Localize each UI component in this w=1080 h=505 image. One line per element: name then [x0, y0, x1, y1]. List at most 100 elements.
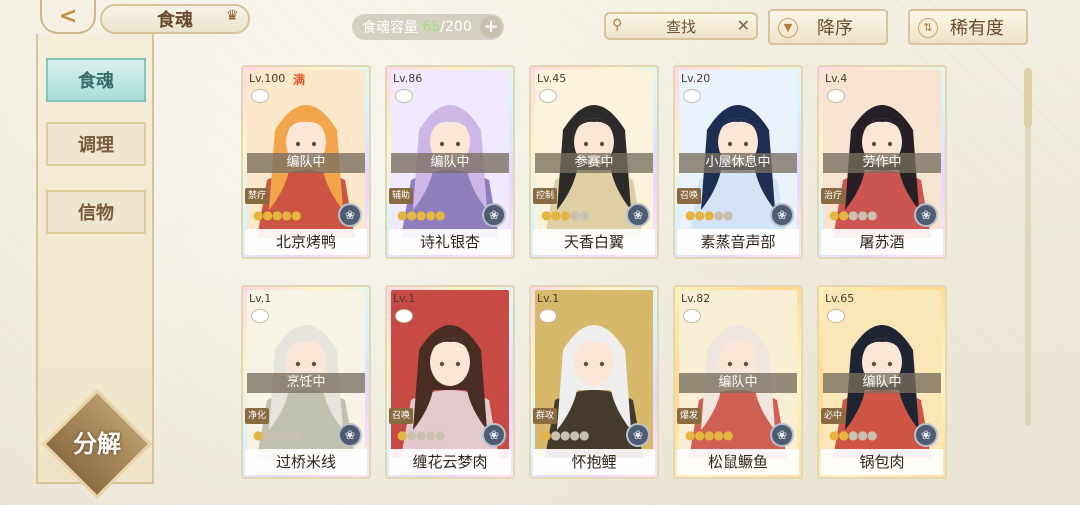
star-icon: ●	[713, 208, 724, 222]
status-badge: 烹饪中	[247, 373, 365, 393]
search-icon: ⚲	[612, 17, 623, 33]
star-icon: ●	[838, 208, 849, 222]
star-icon: ●	[694, 428, 705, 442]
capacity-current: 65	[422, 19, 441, 35]
element-icon: ❀	[482, 423, 506, 447]
capacity-indicator: 食魂容量 65 /200 +	[352, 14, 504, 40]
element-icon: ❀	[770, 423, 794, 447]
element-icon: ❀	[770, 203, 794, 227]
star-icon: ●	[838, 428, 849, 442]
level-label: Lv.82	[681, 292, 711, 305]
sidebar-item-label: 食魂	[78, 71, 114, 92]
crown-icon: ♛	[226, 8, 239, 24]
sidebar-item-tiaoli[interactable]: 调理	[46, 122, 146, 166]
role-badge: 净化	[245, 408, 269, 424]
star-icon: ●	[262, 208, 273, 222]
role-badge: 控制	[533, 188, 557, 204]
status-badge: 编队中	[247, 153, 365, 173]
character-card[interactable]: Lv.65 编队中 必中 ●●●●● ❀ 锅包肉	[817, 285, 947, 479]
search-box[interactable]: ⚲ 查找 ✕	[604, 12, 758, 40]
star-icon: ●	[434, 208, 446, 222]
element-icon: ❀	[338, 203, 362, 227]
star-icon: ●	[578, 428, 590, 442]
sidebar-item-label: 调理	[78, 135, 114, 156]
dish-icon	[827, 309, 845, 323]
character-card[interactable]: Lv.45 参赛中 控制 ●●●●● ❀ 天香白翼	[529, 65, 659, 259]
dish-icon	[683, 89, 701, 103]
scrollbar-thumb[interactable]	[1024, 68, 1032, 128]
level-label: Lv.100	[249, 72, 286, 85]
star-icon: ●	[722, 428, 734, 442]
character-card[interactable]: Lv.1 召唤 ●●●●● ❀ 缠花云梦肉	[385, 285, 515, 479]
sort-key-label: 稀有度	[950, 18, 1004, 39]
element-icon: ❀	[626, 423, 650, 447]
element-icon: ❀	[914, 423, 938, 447]
sidebar-item-xinwu[interactable]: 信物	[46, 190, 146, 234]
element-icon: ❀	[914, 203, 938, 227]
role-badge: 召唤	[389, 408, 413, 424]
capacity-label: 食魂容量	[362, 20, 418, 36]
clear-search-button[interactable]: ✕	[737, 16, 750, 35]
level-label: Lv.4	[825, 72, 848, 85]
level-label: Lv.1	[537, 292, 560, 305]
character-card[interactable]: Lv.86 编队中 辅助 ●●●●● ❀ 诗礼银杏	[385, 65, 515, 259]
star-icon: ●	[713, 428, 724, 442]
decompose-label: 分解	[73, 430, 121, 458]
star-icon: ●	[578, 208, 590, 222]
role-badge: 召唤	[677, 188, 701, 204]
rarity-stars: ●●●●●	[397, 428, 446, 442]
star-icon: ●	[434, 428, 446, 442]
max-level-badge: 满	[293, 73, 306, 87]
character-card[interactable]: Lv.82 编队中 爆发 ●●●●● ❀ 松鼠鳜鱼	[673, 285, 803, 479]
dish-icon	[539, 309, 557, 323]
character-card[interactable]: Lv.100 满编队中 禁疗 ●●●●● ❀ 北京烤鸭	[241, 65, 371, 259]
character-name: 素蒸音声部	[677, 229, 799, 255]
character-card[interactable]: Lv.20 小屋休息中 召唤 ●●●●● ❀ 素蒸音声部	[673, 65, 803, 259]
dish-icon	[539, 89, 557, 103]
character-card[interactable]: Lv.4 劳作中 治疗 ●●●●● ❀ 屠苏酒	[817, 65, 947, 259]
star-icon: ●	[281, 208, 292, 222]
star-icon: ●	[406, 208, 417, 222]
dish-icon	[683, 309, 701, 323]
level-label: Lv.86	[393, 72, 423, 85]
rarity-stars: ●●●●●	[253, 208, 301, 222]
sort-key-button[interactable]: ⇅ 稀有度	[908, 9, 1028, 45]
role-badge: 爆发	[677, 408, 701, 424]
star-icon: ●	[262, 428, 273, 442]
level-label: Lv.20	[681, 72, 711, 85]
rarity-stars: ●●●●●	[541, 208, 590, 222]
star-icon: ●	[290, 428, 302, 442]
sort-order-label: 降序	[817, 18, 853, 39]
rarity-stars: ●●●●●	[685, 208, 733, 222]
role-badge: 禁疗	[245, 188, 269, 204]
rarity-stars: ●●●●●	[253, 428, 302, 442]
level-label: Lv.1	[393, 292, 416, 305]
character-name: 过桥米线	[245, 449, 367, 475]
rarity-stars: ●●●●●	[541, 428, 590, 442]
back-arrow-icon: <	[58, 3, 78, 29]
scrollbar[interactable]	[1024, 68, 1032, 426]
character-name: 北京烤鸭	[245, 229, 367, 255]
back-button[interactable]: <	[40, 0, 96, 34]
sidebar-item-shihun[interactable]: 食魂	[46, 58, 146, 102]
dish-icon	[827, 89, 845, 103]
character-name: 怀抱鲤	[533, 449, 655, 475]
rarity-stars: ●●●●●	[829, 428, 877, 442]
dish-icon	[395, 309, 413, 323]
sort-order-button[interactable]: ▼ 降序	[768, 9, 888, 45]
status-badge: 编队中	[391, 153, 509, 173]
star-icon: ●	[694, 208, 705, 222]
character-card[interactable]: Lv.1 群攻 ●●●●● ❀ 怀抱鲤	[529, 285, 659, 479]
capacity-add-button[interactable]: +	[480, 16, 502, 38]
star-icon: ●	[281, 428, 292, 442]
character-name: 诗礼银杏	[389, 229, 511, 255]
character-card[interactable]: Lv.1 烹饪中 净化 ●●●●● ❀ 过桥米线	[241, 285, 371, 479]
star-icon: ●	[857, 208, 868, 222]
rarity-stars: ●●●●●	[829, 208, 877, 222]
dish-icon	[251, 89, 269, 103]
status-badge: 小屋休息中	[679, 153, 797, 173]
status-badge: 劳作中	[823, 153, 941, 173]
character-name: 松鼠鳜鱼	[677, 449, 799, 475]
level-label: Lv.65	[825, 292, 855, 305]
character-name: 锅包肉	[821, 449, 943, 475]
